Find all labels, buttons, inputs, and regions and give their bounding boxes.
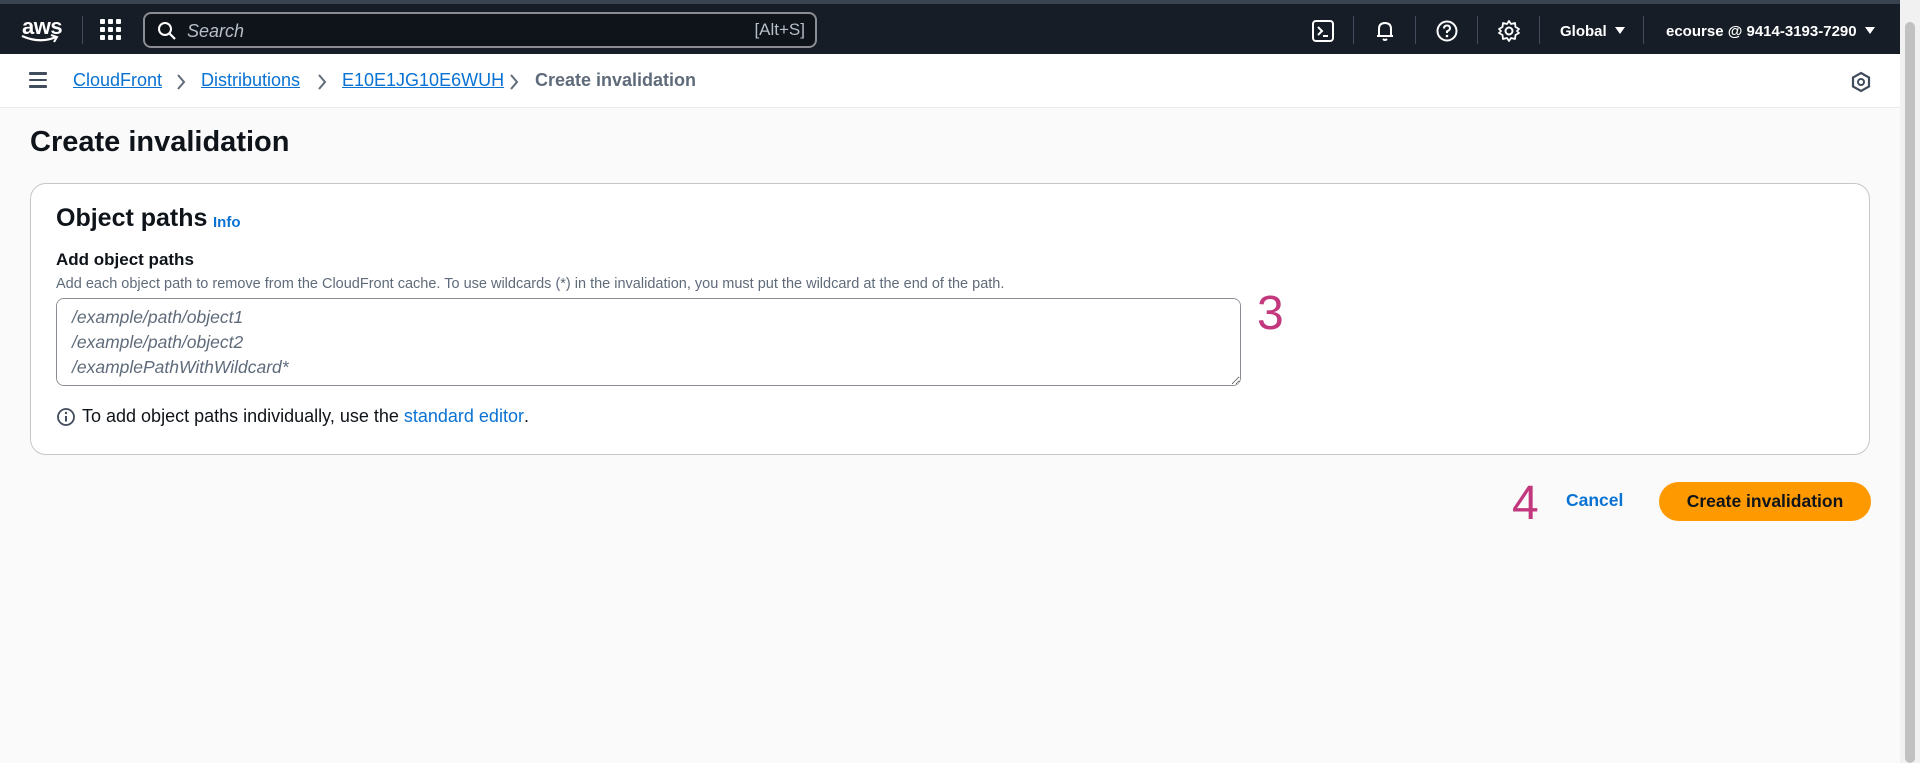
breadcrumb-cloudfront[interactable]: CloudFront	[73, 70, 162, 91]
chevron-right-icon	[510, 74, 519, 90]
caret-down-icon	[1864, 27, 1875, 34]
nav-divider	[1353, 16, 1354, 44]
nav-divider	[1539, 16, 1540, 44]
object-paths-container: Object paths Info Add object paths Add e…	[30, 183, 1870, 455]
cancel-button[interactable]: Cancel	[1566, 490, 1623, 511]
tip-suffix: .	[523, 406, 529, 426]
top-navigation: aws [Alt+S]	[0, 0, 1900, 54]
gear-icon[interactable]	[1496, 18, 1522, 44]
cloudshell-icon[interactable]	[1310, 18, 1336, 44]
search-bar: [Alt+S]	[143, 12, 817, 48]
page-title: Create invalidation	[30, 126, 290, 158]
breadcrumb-current: Create invalidation	[535, 70, 697, 90]
field-label: Add object paths	[56, 250, 194, 269]
aws-logo[interactable]: aws	[18, 12, 63, 46]
info-link[interactable]: Info	[213, 214, 241, 231]
help-icon[interactable]	[1434, 18, 1460, 44]
bell-icon[interactable]	[1372, 18, 1398, 44]
menu-icon[interactable]	[29, 72, 47, 88]
breadcrumb-distributions[interactable]: Distributions	[201, 70, 300, 91]
nav-divider	[1477, 16, 1478, 44]
breadcrumb-bar: CloudFront Distributions E10E1JG10E6WUH …	[0, 54, 1900, 108]
search-input[interactable]	[185, 18, 689, 44]
tip-text: To add object paths individually, use th…	[82, 406, 404, 426]
step-annotation-3: 3	[1257, 287, 1284, 340]
scrollbar[interactable]	[1900, 0, 1920, 763]
nav-divider	[1415, 16, 1416, 44]
region-selector[interactable]: Global	[1560, 23, 1625, 40]
aws-smile-icon	[21, 34, 59, 43]
nav-divider	[82, 16, 83, 44]
create-invalidation-button[interactable]: Create invalidation	[1659, 482, 1871, 521]
step-annotation-4: 4	[1512, 477, 1539, 530]
object-paths-textarea[interactable]	[56, 298, 1241, 386]
section-title: Object paths	[56, 204, 208, 232]
nav-divider	[1643, 16, 1644, 44]
chevron-right-icon	[177, 74, 186, 90]
standard-editor-link[interactable]: standard editor	[404, 406, 524, 427]
caret-down-icon	[1614, 27, 1625, 34]
account-label: ecourse @ 9414-3193-7290	[1666, 23, 1857, 40]
region-label: Global	[1560, 23, 1607, 40]
search-shortcut: [Alt+S]	[754, 20, 805, 39]
search-icon	[158, 22, 176, 40]
field-description: Add each object path to remove from the …	[56, 276, 1005, 292]
hexagon-settings-icon[interactable]	[1851, 71, 1871, 93]
breadcrumb-distribution-id[interactable]: E10E1JG10E6WUH	[342, 70, 504, 91]
info-circle-icon	[57, 407, 75, 426]
scrollbar-thumb[interactable]	[1905, 22, 1915, 763]
account-menu[interactable]: ecourse @ 9414-3193-7290	[1666, 23, 1875, 40]
editor-tip: To add object paths individually, use th…	[56, 406, 529, 427]
chevron-right-icon	[318, 74, 327, 90]
services-grid-icon[interactable]	[100, 19, 122, 41]
